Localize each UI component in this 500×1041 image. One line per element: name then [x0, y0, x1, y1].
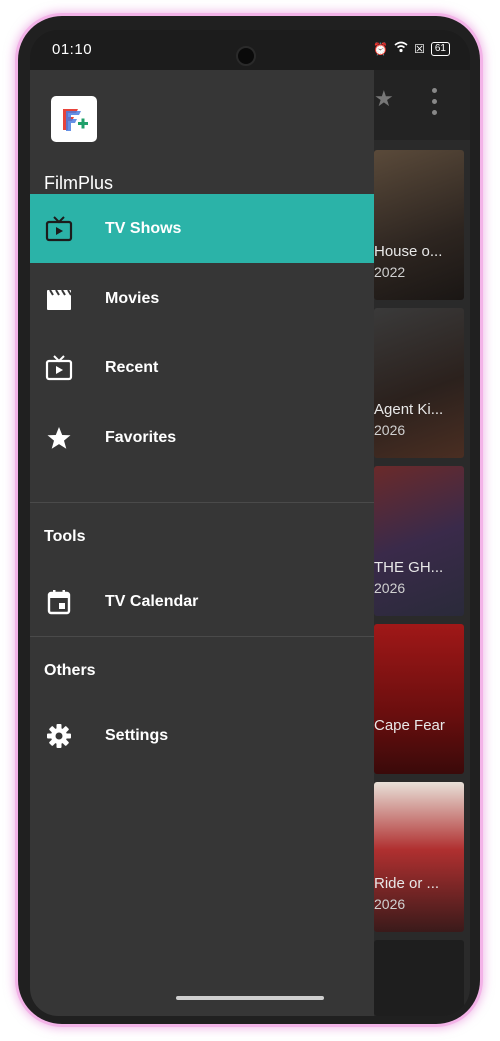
- status-icons: ⏰ ☒ 61: [373, 41, 450, 56]
- poster-card[interactable]: House o... 2022: [374, 150, 464, 300]
- poster-card[interactable]: [374, 940, 464, 1016]
- nav-item-tv-calendar[interactable]: TV Calendar: [30, 567, 374, 636]
- poster-title: THE GH...: [374, 559, 444, 576]
- nav-item-label: Movies: [105, 289, 160, 307]
- more-options-icon[interactable]: [432, 88, 437, 121]
- gear-icon: [45, 723, 73, 749]
- nav-item-label: TV Calendar: [105, 592, 199, 610]
- battery-icon: 61: [430, 41, 450, 56]
- background-content: ★ House o... 2022 Agent Ki... 2026 THE G…: [374, 70, 470, 1016]
- poster-card[interactable]: Cape Fear: [374, 624, 464, 774]
- sim-off-icon: ☒: [414, 41, 425, 56]
- nav-item-tv-shows[interactable]: TV Shows: [30, 194, 374, 263]
- screen: 01:10 ⏰ ☒ 61 ★ House o... 2022 Agent Ki.…: [30, 30, 470, 1016]
- nav-item-favorites[interactable]: Favorites: [30, 403, 374, 472]
- nav-item-recent[interactable]: Recent: [30, 333, 374, 402]
- app-name: FilmPlus: [44, 173, 114, 193]
- divider: [30, 502, 374, 503]
- front-camera: [236, 46, 256, 66]
- star-icon[interactable]: ★: [374, 86, 394, 112]
- status-time: 01:10: [52, 41, 93, 58]
- divider: [30, 636, 374, 637]
- poster-card[interactable]: THE GH... 2026: [374, 466, 464, 616]
- poster-title: Ride or ...: [374, 875, 440, 892]
- nav-item-settings[interactable]: Settings: [30, 701, 374, 770]
- nav-item-movies[interactable]: Movies: [30, 264, 374, 333]
- clapperboard-icon: [45, 286, 73, 312]
- poster-card[interactable]: Ride or ... 2026: [374, 782, 464, 932]
- tv-play-icon: [45, 355, 73, 381]
- nav-item-label: Favorites: [105, 428, 177, 446]
- poster-year: 2026: [374, 422, 406, 438]
- alarm-icon: ⏰: [373, 41, 389, 56]
- poster-title: Agent Ki...: [374, 401, 444, 418]
- home-indicator[interactable]: [176, 996, 324, 1000]
- nav-item-label: TV Shows: [105, 219, 182, 237]
- section-title-tools: Tools: [44, 528, 86, 545]
- poster-year: 2022: [374, 264, 406, 280]
- poster-card[interactable]: Agent Ki... 2026: [374, 308, 464, 458]
- calendar-icon: [45, 589, 73, 615]
- poster-title: Cape Fear: [374, 717, 445, 734]
- tv-icon: [45, 216, 73, 242]
- poster-year: 2026: [374, 580, 406, 596]
- wifi-icon: [394, 41, 408, 56]
- status-bar: 01:10 ⏰ ☒ 61: [30, 30, 470, 70]
- app-logo: [51, 96, 97, 142]
- poster-title: House o...: [374, 243, 443, 260]
- poster-year: 2026: [374, 896, 406, 912]
- star-icon: [45, 425, 73, 451]
- section-title-others: Others: [44, 662, 96, 679]
- navigation-drawer: FilmPlus TV Shows Movies Recent Favorite…: [30, 70, 374, 1016]
- nav-item-label: Settings: [105, 726, 169, 744]
- nav-item-label: Recent: [105, 358, 159, 376]
- background-toolbar: ★: [374, 70, 470, 140]
